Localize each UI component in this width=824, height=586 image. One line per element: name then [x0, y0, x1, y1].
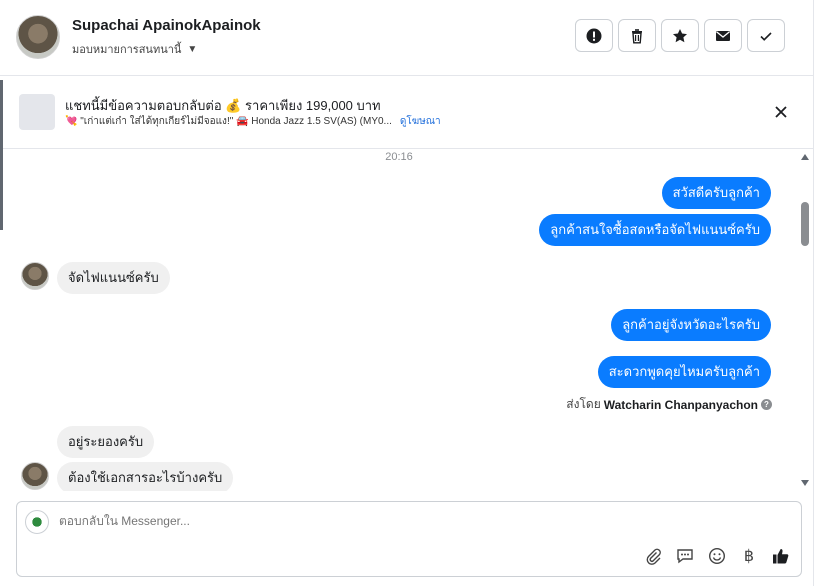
incoming-message[interactable]: ต้องใช้เอกสารอะไรบ้างครับ [57, 462, 234, 491]
conversation-panel: Supachai ApainokApainok มอบหมายการสนทนาน… [0, 0, 814, 586]
mark-spam-button[interactable] [575, 19, 613, 52]
ad-title: แชทนี้มีข้อความตอบกลับต่อ 💰 ราคาเพียง 19… [65, 98, 381, 113]
outgoing-message[interactable]: สะดวกพูดคุยไหมครับลูกค้า [597, 356, 771, 388]
outgoing-message[interactable]: สวัสดีครับลูกค้า [661, 177, 771, 209]
assign-label: มอบหมายการสนทนานี้ [72, 44, 182, 56]
composer-actions: ฿ [643, 546, 791, 566]
thumbs-up-icon [773, 549, 789, 564]
sent-by-label: ส่งโดย Watcharin Chanpanyachon ? [566, 395, 772, 414]
send-like-button[interactable] [771, 546, 791, 566]
conversation-header: Supachai ApainokApainok มอบหมายการสนทนาน… [0, 0, 814, 76]
page-avatar [25, 510, 49, 534]
delete-button[interactable] [618, 19, 656, 52]
reply-composer: ฿ [16, 501, 802, 577]
attach-button[interactable] [643, 546, 663, 566]
mark-unread-button[interactable] [704, 19, 742, 52]
outgoing-message[interactable]: ลูกค้าสนใจซื้อสดหรือจัดไฟแนนซ์ครับ [539, 214, 771, 246]
assign-conversation-dropdown[interactable]: มอบหมายการสนทนานี้ ▼ [72, 40, 197, 58]
payment-button[interactable]: ฿ [739, 546, 759, 566]
ad-subtitle: 💘 "เก่าแต่เก๋า ใส่ได้ทุกเกียร์ไม่มีจอแง!… [65, 114, 441, 129]
scroll-up-arrow-icon[interactable] [800, 152, 810, 162]
mark-done-button[interactable] [747, 19, 785, 52]
ad-thumbnail [19, 94, 55, 130]
reply-input[interactable] [59, 514, 659, 528]
saved-replies-button[interactable] [675, 546, 695, 566]
chat-bubble-icon [677, 549, 693, 564]
alert-icon [586, 28, 602, 43]
close-icon [775, 106, 787, 118]
envelope-icon [716, 30, 730, 41]
contact-avatar-small [21, 262, 49, 290]
outgoing-message[interactable]: ลูกค้าอยู่จังหวัดอะไรครับ [611, 309, 771, 341]
sent-by-prefix: ส่งโดย [566, 397, 601, 411]
trash-icon [632, 28, 642, 43]
sent-by-name: Watcharin Chanpanyachon [603, 397, 758, 412]
emoji-button[interactable] [707, 546, 727, 566]
incoming-message[interactable]: จัดไฟแนนซ์ครับ [57, 262, 170, 294]
scroll-down-arrow-icon[interactable] [800, 478, 810, 488]
contact-avatar[interactable] [16, 15, 60, 59]
scrollbar-thumb[interactable] [801, 202, 809, 246]
window-edge [0, 80, 3, 230]
checkmark-icon [760, 31, 772, 41]
star-button[interactable] [661, 19, 699, 52]
incoming-message[interactable]: อยู่ระยองครับ [57, 426, 155, 458]
baht-icon: ฿ [743, 548, 755, 565]
message-timestamp: 20:16 [385, 151, 413, 163]
contact-avatar-small [21, 462, 49, 490]
caret-down-icon: ▼ [187, 43, 198, 55]
header-actions [575, 19, 785, 52]
star-icon [673, 28, 687, 42]
message-list[interactable]: 20:16 สวัสดีครับลูกค้า ลูกค้าสนใจซื้อสดห… [0, 149, 798, 491]
info-icon[interactable]: ? [761, 399, 772, 410]
paperclip-icon [646, 548, 661, 565]
ad-context-banner: แชทนี้มีข้อความตอบกลับต่อ 💰 ราคาเพียง 19… [0, 77, 814, 149]
close-banner-button[interactable] [770, 101, 792, 123]
contact-name[interactable]: Supachai ApainokApainok [72, 17, 261, 34]
smiley-icon [708, 547, 726, 565]
ad-subtitle-text: 💘 "เก่าแต่เก๋า ใส่ได้ทุกเกียร์ไม่มีจอแง!… [65, 116, 392, 127]
view-ad-link[interactable]: ดูโฆษณา [400, 116, 441, 127]
